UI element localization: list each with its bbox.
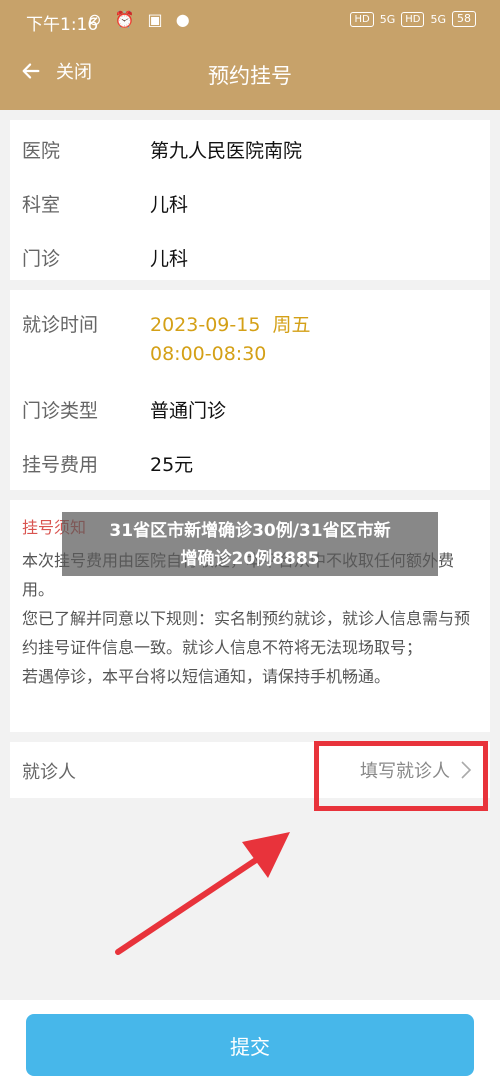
hospital-value: 第九人民医院南院 <box>150 140 303 162</box>
hospital-info-card: 医院 第九人民医院南院 科室 儿科 门诊 儿科 <box>10 120 490 280</box>
nav-bar: 关闭 预约挂号 <box>0 40 500 110</box>
clinic-label: 门诊 <box>22 248 61 270</box>
status-indicators: HD 5G HD 5G 58 <box>350 11 476 27</box>
visit-info-card: 就诊时间 2023-09-15 周五 08:00-08:30 门诊类型 普通门诊… <box>10 290 490 490</box>
clinic-type-label: 门诊类型 <box>22 400 99 422</box>
clinic-value: 儿科 <box>150 248 189 270</box>
status-notification-icons: ⊘ ⏰ ▣ ● <box>88 10 194 29</box>
hospital-label: 医院 <box>22 140 61 162</box>
watermark-line-2: 增确诊20例8885 <box>180 549 320 569</box>
visit-slot-value: 08:00-08:30 <box>150 343 267 365</box>
hd-icon: HD <box>350 11 374 27</box>
patient-label: 就诊人 <box>22 762 76 783</box>
hd-icon-2: HD <box>401 11 425 27</box>
page-title: 预约挂号 <box>208 64 292 88</box>
visit-date-value: 2023-09-15 周五 <box>150 314 311 336</box>
battery-icon: 58 <box>452 11 476 27</box>
pointer-arrow-annotation <box>115 832 290 955</box>
signal-icon-2: 5G <box>430 12 446 26</box>
department-value: 儿科 <box>150 194 189 216</box>
department-label: 科室 <box>22 194 61 216</box>
fee-label: 挂号费用 <box>22 454 99 476</box>
notice-paragraph-3: 若遇停诊，本平台将以短信通知，请保持手机畅通。 <box>22 667 391 686</box>
clinic-type-value: 普通门诊 <box>150 400 227 422</box>
status-bar: 下午1:16 ⊘ ⏰ ▣ ● HD 5G HD 5G 58 <box>0 0 500 40</box>
visit-time-label: 就诊时间 <box>22 314 99 336</box>
fee-value: 25元 <box>150 454 194 476</box>
highlight-annotation-box <box>314 741 488 811</box>
notice-paragraph-2: 您已了解并同意以下规则：实名制预约就诊，就诊人信息需与预约挂号证件信息一致。就诊… <box>22 609 471 657</box>
watermark-line-1: 31省区市新增确诊30例/31省区市新 <box>109 521 391 541</box>
submit-button[interactable]: 提交 <box>26 1014 474 1076</box>
news-watermark-overlay: 31省区市新增确诊30例/31省区市新 增确诊20例8885 <box>62 512 438 576</box>
signal-icon: 5G <box>379 12 396 26</box>
bottom-bar: 提交 <box>0 1000 500 1091</box>
